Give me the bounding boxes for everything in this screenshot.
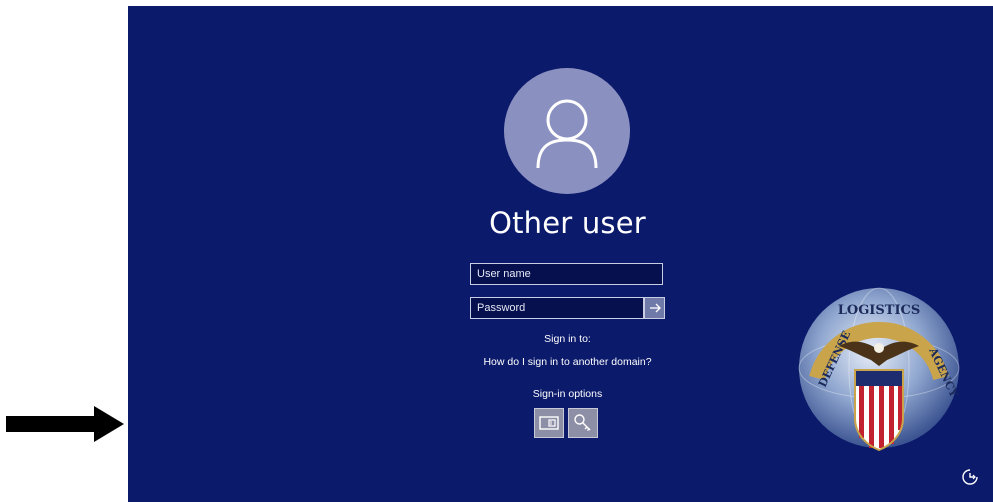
user-silhouette-icon <box>536 99 598 169</box>
user-avatar <box>504 68 630 194</box>
user-title: Other user <box>489 206 646 240</box>
submit-button[interactable] <box>644 297 665 319</box>
login-screen: ···· · ···· Other user Sign in to: How d… <box>128 6 993 502</box>
page: ···· · ···· Other user Sign in to: How d… <box>0 0 993 502</box>
password-input[interactable] <box>470 297 644 319</box>
username-input[interactable] <box>470 263 663 285</box>
ease-of-access-button[interactable] <box>960 467 980 487</box>
smart-card-icon <box>539 416 559 430</box>
black-arrow-icon <box>6 406 124 442</box>
arrow-right-icon <box>649 303 661 313</box>
smart-card-option-button[interactable] <box>534 408 564 438</box>
dla-seal-logo: LOGISTICS DEFENSE AGENCY <box>798 287 961 452</box>
ease-of-access-icon <box>962 469 978 485</box>
seal-text-top: LOGISTICS <box>838 303 921 318</box>
password-option-button[interactable] <box>568 408 598 438</box>
key-icon <box>574 414 591 431</box>
